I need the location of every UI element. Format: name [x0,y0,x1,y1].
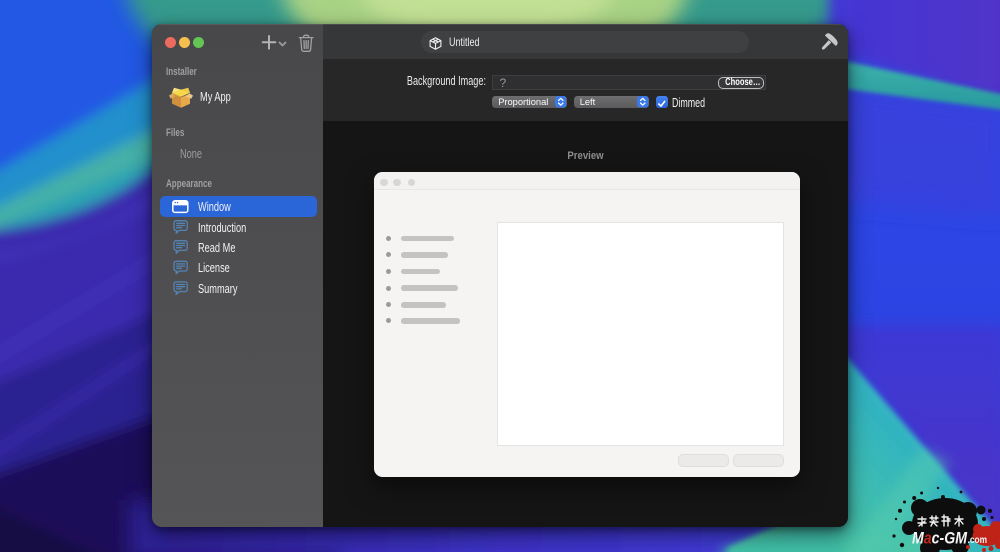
svg-text:Mac-GM: Mac-GM [912,530,968,548]
svg-text:.com: .com [968,534,988,546]
